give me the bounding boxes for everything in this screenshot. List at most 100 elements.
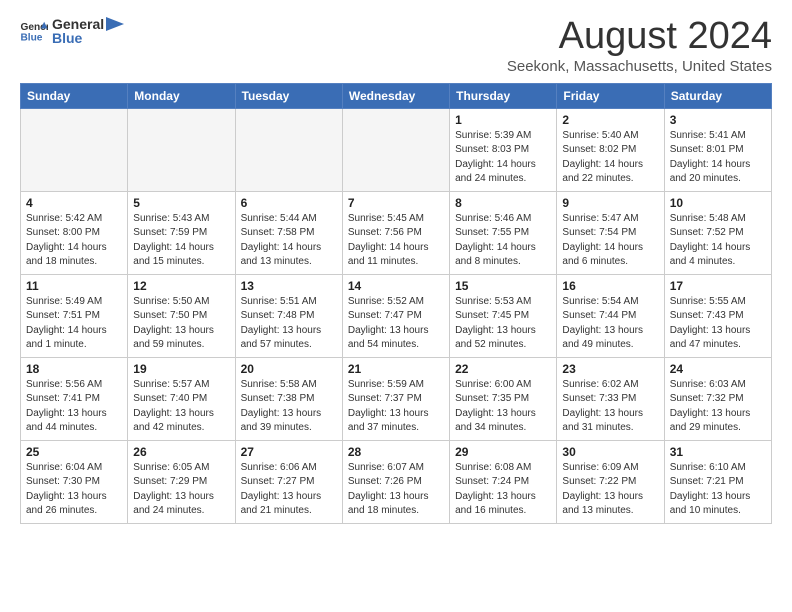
cell-info: Sunrise: 5:52 AM Sunset: 7:47 PM Dayligh… [348,295,444,353]
cell-info: Sunrise: 5:49 AM Sunset: 7:51 PM Dayligh… [26,295,122,353]
calendar-cell [342,108,449,191]
calendar-cell: 27 Sunrise: 6:06 AM Sunset: 7:27 PM Dayli… [235,440,342,523]
calendar-cell: 11 Sunrise: 5:49 AM Sunset: 7:51 PM Dayli… [21,274,128,357]
cell-info: Sunrise: 6:09 AM Sunset: 7:22 PM Dayligh… [562,461,658,519]
calendar-cell: 29Sunrise: 6:08 AM Sunset: 7:24 PM Dayli… [450,440,557,523]
cell-info: Sunrise: 5:46 AM Sunset: 7:55 PM Dayligh… [455,212,551,270]
cell-date: 9 [562,196,658,210]
calendar-cell: 18 Sunrise: 5:56 AM Sunset: 7:41 PM Dayli… [21,357,128,440]
location-title: Seekonk, Massachusetts, United States [507,58,772,75]
week-row-1: 1 Sunrise: 5:39 AM Sunset: 8:03 PM Daylig… [21,108,772,191]
day-header-wednesday: Wednesday [342,83,449,108]
day-header-saturday: Saturday [664,83,771,108]
calendar-cell: 9Sunrise: 5:47 AM Sunset: 7:54 PM Daylig… [557,191,664,274]
calendar-cell: 26Sunrise: 6:05 AM Sunset: 7:29 PM Dayli… [128,440,235,523]
cell-info: Sunrise: 5:40 AM Sunset: 8:02 PM Dayligh… [562,129,658,187]
cell-date: 14 [348,279,444,293]
cell-date: 13 [241,279,337,293]
cell-info: Sunrise: 5:56 AM Sunset: 7:41 PM Dayligh… [26,378,122,436]
cell-date: 22 [455,362,551,376]
week-row-5: 25 Sunrise: 6:04 AM Sunset: 7:30 PM Dayli… [21,440,772,523]
cell-info: Sunrise: 5:50 AM Sunset: 7:50 PM Dayligh… [133,295,229,353]
cell-date: 4 [26,196,122,210]
logo-blue: Blue [52,30,124,46]
cell-date: 20 [241,362,337,376]
calendar-cell: 19 Sunrise: 5:57 AM Sunset: 7:40 PM Dayli… [128,357,235,440]
calendar-cell: 23 Sunrise: 6:02 AM Sunset: 7:33 PM Dayli… [557,357,664,440]
day-header-monday: Monday [128,83,235,108]
cell-info: Sunrise: 5:55 AM Sunset: 7:43 PM Dayligh… [670,295,766,353]
cell-info: Sunrise: 5:39 AM Sunset: 8:03 PM Dayligh… [455,129,551,187]
cell-date: 2 [562,113,658,127]
cell-info: Sunrise: 5:42 AM Sunset: 8:00 PM Dayligh… [26,212,122,270]
cell-info: Sunrise: 5:44 AM Sunset: 7:58 PM Dayligh… [241,212,337,270]
cell-date: 28 [348,445,444,459]
cell-date: 25 [26,445,122,459]
calendar-cell: 31Sunrise: 6:10 AM Sunset: 7:21 PM Dayli… [664,440,771,523]
cell-date: 17 [670,279,766,293]
calendar-cell: 17 Sunrise: 5:55 AM Sunset: 7:43 PM Dayli… [664,274,771,357]
cell-date: 1 [455,113,551,127]
cell-date: 19 [133,362,229,376]
cell-info: Sunrise: 5:41 AM Sunset: 8:01 PM Dayligh… [670,129,766,187]
cell-date: 3 [670,113,766,127]
calendar-cell: 14 Sunrise: 5:52 AM Sunset: 7:47 PM Dayli… [342,274,449,357]
calendar-cell: 3 Sunrise: 5:41 AM Sunset: 8:01 PM Daylig… [664,108,771,191]
calendar-body: 1 Sunrise: 5:39 AM Sunset: 8:03 PM Daylig… [21,108,772,523]
calendar-cell: 30 Sunrise: 6:09 AM Sunset: 7:22 PM Dayli… [557,440,664,523]
calendar-cell: 24 Sunrise: 6:03 AM Sunset: 7:32 PM Dayli… [664,357,771,440]
calendar-cell: 13Sunrise: 5:51 AM Sunset: 7:48 PM Dayli… [235,274,342,357]
week-row-4: 18 Sunrise: 5:56 AM Sunset: 7:41 PM Dayli… [21,357,772,440]
cell-info: Sunrise: 5:45 AM Sunset: 7:56 PM Dayligh… [348,212,444,270]
day-header-sunday: Sunday [21,83,128,108]
logo-arrow-icon [106,17,124,31]
cell-date: 24 [670,362,766,376]
calendar-cell [21,108,128,191]
calendar-cell: 4 Sunrise: 5:42 AM Sunset: 8:00 PM Daylig… [21,191,128,274]
cell-info: Sunrise: 6:08 AM Sunset: 7:24 PM Dayligh… [455,461,551,519]
cell-date: 23 [562,362,658,376]
cell-info: Sunrise: 6:03 AM Sunset: 7:32 PM Dayligh… [670,378,766,436]
calendar-cell: 25 Sunrise: 6:04 AM Sunset: 7:30 PM Dayli… [21,440,128,523]
calendar-cell: 16Sunrise: 5:54 AM Sunset: 7:44 PM Dayli… [557,274,664,357]
cell-info: Sunrise: 6:10 AM Sunset: 7:21 PM Dayligh… [670,461,766,519]
cell-info: Sunrise: 6:02 AM Sunset: 7:33 PM Dayligh… [562,378,658,436]
day-header-thursday: Thursday [450,83,557,108]
calendar-cell: 7Sunrise: 5:45 AM Sunset: 7:56 PM Daylig… [342,191,449,274]
cell-info: Sunrise: 6:06 AM Sunset: 7:27 PM Dayligh… [241,461,337,519]
calendar-cell: 5Sunrise: 5:43 AM Sunset: 7:59 PM Daylig… [128,191,235,274]
cell-info: Sunrise: 6:07 AM Sunset: 7:26 PM Dayligh… [348,461,444,519]
calendar-cell: 10 Sunrise: 5:48 AM Sunset: 7:52 PM Dayli… [664,191,771,274]
logo-icon: General Blue [20,20,48,42]
title-area: August 2024 Seekonk, Massachusetts, Unit… [507,16,772,75]
cell-date: 18 [26,362,122,376]
calendar-cell: 28 Sunrise: 6:07 AM Sunset: 7:26 PM Dayli… [342,440,449,523]
calendar-cell: 22 Sunrise: 6:00 AM Sunset: 7:35 PM Dayli… [450,357,557,440]
calendar-cell: 6 Sunrise: 5:44 AM Sunset: 7:58 PM Daylig… [235,191,342,274]
day-header-tuesday: Tuesday [235,83,342,108]
cell-date: 11 [26,279,122,293]
day-header-friday: Friday [557,83,664,108]
cell-info: Sunrise: 5:43 AM Sunset: 7:59 PM Dayligh… [133,212,229,270]
cell-date: 30 [562,445,658,459]
cell-info: Sunrise: 5:57 AM Sunset: 7:40 PM Dayligh… [133,378,229,436]
cell-info: Sunrise: 5:59 AM Sunset: 7:37 PM Dayligh… [348,378,444,436]
cell-date: 27 [241,445,337,459]
cell-date: 16 [562,279,658,293]
cell-date: 15 [455,279,551,293]
svg-text:Blue: Blue [20,32,42,42]
logo: General Blue General Blue [20,16,124,46]
calendar-cell: 12Sunrise: 5:50 AM Sunset: 7:50 PM Dayli… [128,274,235,357]
days-row: SundayMondayTuesdayWednesdayThursdayFrid… [21,83,772,108]
header: General Blue General Blue August 2024 Se… [20,16,772,75]
cell-info: Sunrise: 6:04 AM Sunset: 7:30 PM Dayligh… [26,461,122,519]
calendar-cell [235,108,342,191]
cell-info: Sunrise: 6:00 AM Sunset: 7:35 PM Dayligh… [455,378,551,436]
calendar-cell [128,108,235,191]
cell-info: Sunrise: 5:48 AM Sunset: 7:52 PM Dayligh… [670,212,766,270]
cell-date: 6 [241,196,337,210]
calendar-table: SundayMondayTuesdayWednesdayThursdayFrid… [20,83,772,524]
cell-date: 10 [670,196,766,210]
month-title: August 2024 [507,16,772,58]
cell-date: 21 [348,362,444,376]
